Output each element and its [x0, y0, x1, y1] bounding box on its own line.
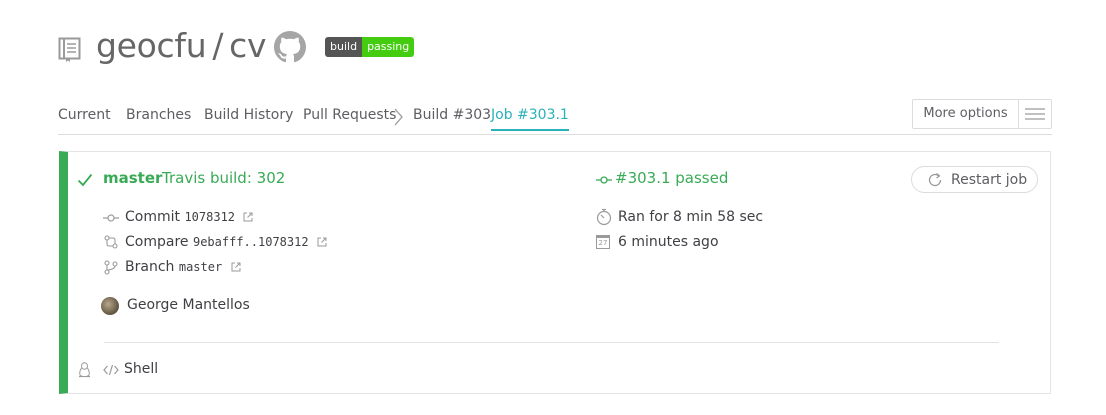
- tab-branches[interactable]: Branches: [126, 107, 191, 123]
- branch-name-link[interactable]: master: [103, 169, 162, 187]
- repo-title: geocfu / cv: [96, 26, 267, 65]
- finished-at: 6 minutes ago: [618, 234, 719, 250]
- job-tabs: Current Branches Build History Pull Requ…: [58, 100, 1052, 135]
- tab-current[interactable]: Current: [58, 107, 111, 123]
- more-options-label: More options: [913, 100, 1019, 128]
- commit-row[interactable]: Commit 1078312: [125, 209, 253, 225]
- tab-pull-requests[interactable]: Pull Requests: [303, 107, 396, 123]
- repo-book-icon: [58, 37, 81, 62]
- github-icon[interactable]: [274, 31, 306, 63]
- external-link-icon: [231, 262, 241, 272]
- external-link-icon: [317, 237, 327, 247]
- tab-job[interactable]: Job #303.1: [491, 107, 569, 131]
- external-link-icon: [243, 212, 253, 222]
- commit-label: Commit: [125, 209, 180, 225]
- build-message: Travis build: 302: [162, 169, 286, 187]
- repo-name-link[interactable]: cv: [229, 26, 266, 65]
- restart-job-label: Restart job: [951, 171, 1028, 188]
- avatar: [101, 297, 119, 315]
- branch-icon: [104, 260, 118, 275]
- stopwatch-icon: [596, 208, 612, 226]
- repo-owner-link[interactable]: geocfu: [96, 26, 207, 65]
- author-name: George Mantellos: [127, 297, 250, 313]
- commit-sha[interactable]: 1078312: [184, 210, 235, 224]
- restart-icon: [928, 172, 942, 186]
- linux-icon: [79, 362, 90, 378]
- calendar-icon: 27: [596, 235, 610, 249]
- branch-row[interactable]: Branch master: [125, 259, 241, 275]
- chevron-right-icon: [394, 108, 403, 126]
- branch-label: Branch: [125, 259, 175, 275]
- compare-icon: [104, 235, 118, 249]
- badge-label: build: [325, 37, 363, 57]
- more-options-button[interactable]: More options: [912, 99, 1052, 129]
- compare-label: Compare: [125, 234, 189, 250]
- branch-value[interactable]: master: [179, 260, 222, 274]
- restart-job-button[interactable]: Restart job: [911, 166, 1038, 193]
- divider: [104, 342, 999, 343]
- tab-build-history[interactable]: Build History: [204, 107, 293, 123]
- language: Shell: [124, 361, 159, 377]
- check-icon: [77, 173, 93, 187]
- commit-icon: [103, 214, 119, 222]
- job-number-icon: [596, 176, 612, 184]
- tab-build[interactable]: Build #303: [413, 107, 491, 123]
- job-status: #303.1 passed: [615, 169, 729, 187]
- repo-separator: /: [212, 26, 224, 65]
- compare-range[interactable]: 9ebafff..1078312: [193, 235, 309, 249]
- code-icon: [103, 364, 119, 376]
- hamburger-icon: [1019, 100, 1051, 128]
- compare-row[interactable]: Compare 9ebafff..1078312: [125, 234, 327, 250]
- badge-status: passing: [362, 37, 415, 57]
- duration: Ran for 8 min 58 sec: [618, 209, 764, 225]
- build-status-badge[interactable]: build passing: [325, 37, 415, 57]
